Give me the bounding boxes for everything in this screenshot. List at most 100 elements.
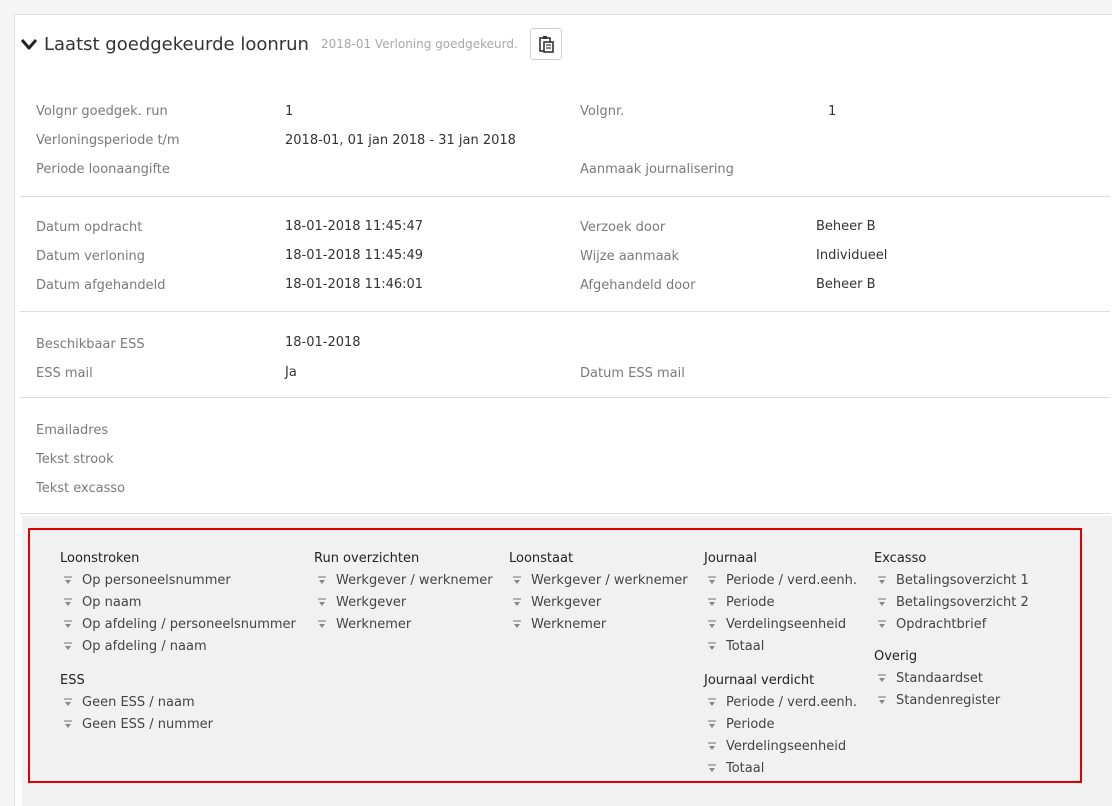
report-link-label: Werkgever / werknemer (336, 573, 493, 588)
divider (20, 397, 1110, 398)
report-link[interactable]: Werkgever / werknemer (314, 570, 493, 592)
verzoek-door-label: Verzoek door (580, 220, 666, 235)
report-link-label: Standenregister (896, 693, 1001, 708)
report-link[interactable]: Geen ESS / nummer (60, 714, 296, 736)
download-icon (708, 720, 716, 728)
volgnr-label: Volgnr. (580, 104, 625, 119)
report-group-run-overzichten: Run overzichten Werkgever / werknemer We… (314, 548, 493, 636)
volgnr-value: 1 (828, 104, 837, 119)
report-link[interactable]: Opdrachtbrief (874, 614, 1029, 636)
afgehandeld-door-value: Beheer B (816, 277, 876, 292)
download-icon (708, 742, 716, 750)
report-link[interactable]: Werkgever (314, 592, 493, 614)
download-icon (64, 576, 72, 584)
download-icon (708, 576, 716, 584)
report-group-title: Loonstroken (60, 551, 140, 566)
report-group-title: Journaal (704, 551, 757, 566)
tekst-strook-label: Tekst strook (36, 452, 114, 467)
report-link[interactable]: Periode (704, 714, 857, 736)
datum-ess-mail-label: Datum ESS mail (580, 366, 685, 381)
download-icon (64, 620, 72, 628)
verzoek-door-value: Beheer B (816, 219, 876, 234)
report-link[interactable]: Totaal (704, 758, 857, 780)
download-icon (878, 576, 886, 584)
report-link[interactable]: Periode / verd.eenh. (704, 692, 857, 714)
report-link[interactable]: Werknemer (509, 614, 688, 636)
datum-opdracht-value: 18-01-2018 11:45:47 (285, 219, 424, 234)
report-link-label: Betalingsoverzicht 2 (896, 595, 1029, 610)
aanmaak-journalisering-label: Aanmaak journalisering (580, 162, 734, 177)
report-group-title: Loonstaat (509, 551, 574, 566)
report-link[interactable]: Periode (704, 592, 857, 614)
report-link[interactable]: Verdelingseenheid (704, 736, 857, 758)
divider (20, 513, 1110, 514)
report-link[interactable]: Op personeelsnummer (60, 570, 296, 592)
report-group-loonstroken: Loonstroken Op personeelsnummer Op naam … (60, 548, 296, 736)
report-link[interactable]: Standaardset (874, 668, 1029, 690)
report-link-label: Werkgever (531, 595, 602, 610)
report-group-title: Excasso (874, 551, 927, 566)
report-link-label: Periode / verd.eenh. (726, 573, 857, 588)
download-icon (64, 698, 72, 706)
report-link-label: Werkgever / werknemer (531, 573, 688, 588)
periode-loonaangifte-label: Periode loonaangifte (36, 162, 170, 177)
download-icon (513, 598, 521, 606)
download-icon (318, 576, 326, 584)
report-link[interactable]: Werkgever (509, 592, 688, 614)
download-icon (708, 598, 716, 606)
report-link-label: Werkgever (336, 595, 407, 610)
report-link[interactable]: Op afdeling / naam (60, 636, 296, 658)
report-link[interactable]: Werknemer (314, 614, 493, 636)
report-link[interactable]: Betalingsoverzicht 2 (874, 592, 1029, 614)
report-link[interactable]: Totaal (704, 636, 857, 658)
report-link[interactable]: Verdelingseenheid (704, 614, 857, 636)
report-link-label: Totaal (726, 639, 765, 654)
download-icon (64, 720, 72, 728)
verloningsperiode-value: 2018-01, 01 jan 2018 - 31 jan 2018 (285, 133, 516, 148)
tekst-excasso-label: Tekst excasso (36, 481, 126, 496)
reports-section: Loonstroken Op personeelsnummer Op naam … (28, 528, 1082, 783)
report-link-label: Op personeelsnummer (82, 573, 231, 588)
beschikbaar-ess-label: Beschikbaar ESS (36, 337, 145, 352)
download-icon (878, 598, 886, 606)
report-link[interactable]: Geen ESS / naam (60, 692, 296, 714)
copy-button[interactable] (529, 28, 562, 60)
report-link-label: Periode (726, 717, 775, 732)
divider (20, 311, 1110, 312)
panel-subtitle: 2018-01 Verloning goedgekeurd. (320, 37, 518, 51)
report-link-label: Periode (726, 595, 775, 610)
report-link[interactable]: Werkgever / werknemer (509, 570, 688, 592)
report-link-label: Standaardset (896, 671, 983, 686)
panel-title[interactable]: Laatst goedgekeurde loonrun (44, 34, 309, 55)
ess-mail-label: ESS mail (36, 366, 93, 381)
datum-verloning-label: Datum verloning (36, 249, 146, 264)
report-link[interactable]: Op naam (60, 592, 296, 614)
download-icon (878, 696, 886, 704)
volgnr-goedgek-label: Volgnr goedgek. run (36, 104, 168, 119)
report-link-label: Op afdeling / naam (82, 639, 207, 654)
report-group-title: ESS (60, 673, 85, 688)
report-group-excasso: Excasso Betalingsoverzicht 1 Betalingsov… (874, 548, 1029, 712)
download-icon (708, 698, 716, 706)
report-link[interactable]: Standenregister (874, 690, 1029, 712)
report-link-label: Werknemer (531, 617, 607, 632)
report-group-journaal: Journaal Periode / verd.eenh. Periode Ve… (704, 548, 857, 780)
download-icon (64, 642, 72, 650)
clipboard-icon (538, 36, 554, 53)
download-icon (64, 598, 72, 606)
report-link[interactable]: Periode / verd.eenh. (704, 570, 857, 592)
datum-afgehandeld-label: Datum afgehandeld (36, 278, 166, 293)
report-link[interactable]: Betalingsoverzicht 1 (874, 570, 1029, 592)
chevron-down-icon[interactable] (20, 37, 38, 51)
report-link-label: Totaal (726, 761, 765, 776)
report-link-label: Op afdeling / personeelsnummer (82, 617, 296, 632)
download-icon (878, 674, 886, 682)
report-link[interactable]: Op afdeling / personeelsnummer (60, 614, 296, 636)
report-link-label: Werknemer (336, 617, 412, 632)
afgehandeld-door-label: Afgehandeld door (580, 278, 696, 293)
report-group-title: Journaal verdicht (704, 673, 815, 688)
beschikbaar-ess-value: 18-01-2018 (285, 335, 361, 350)
download-icon (318, 598, 326, 606)
report-link-label: Periode / verd.eenh. (726, 695, 857, 710)
download-icon (513, 576, 521, 584)
